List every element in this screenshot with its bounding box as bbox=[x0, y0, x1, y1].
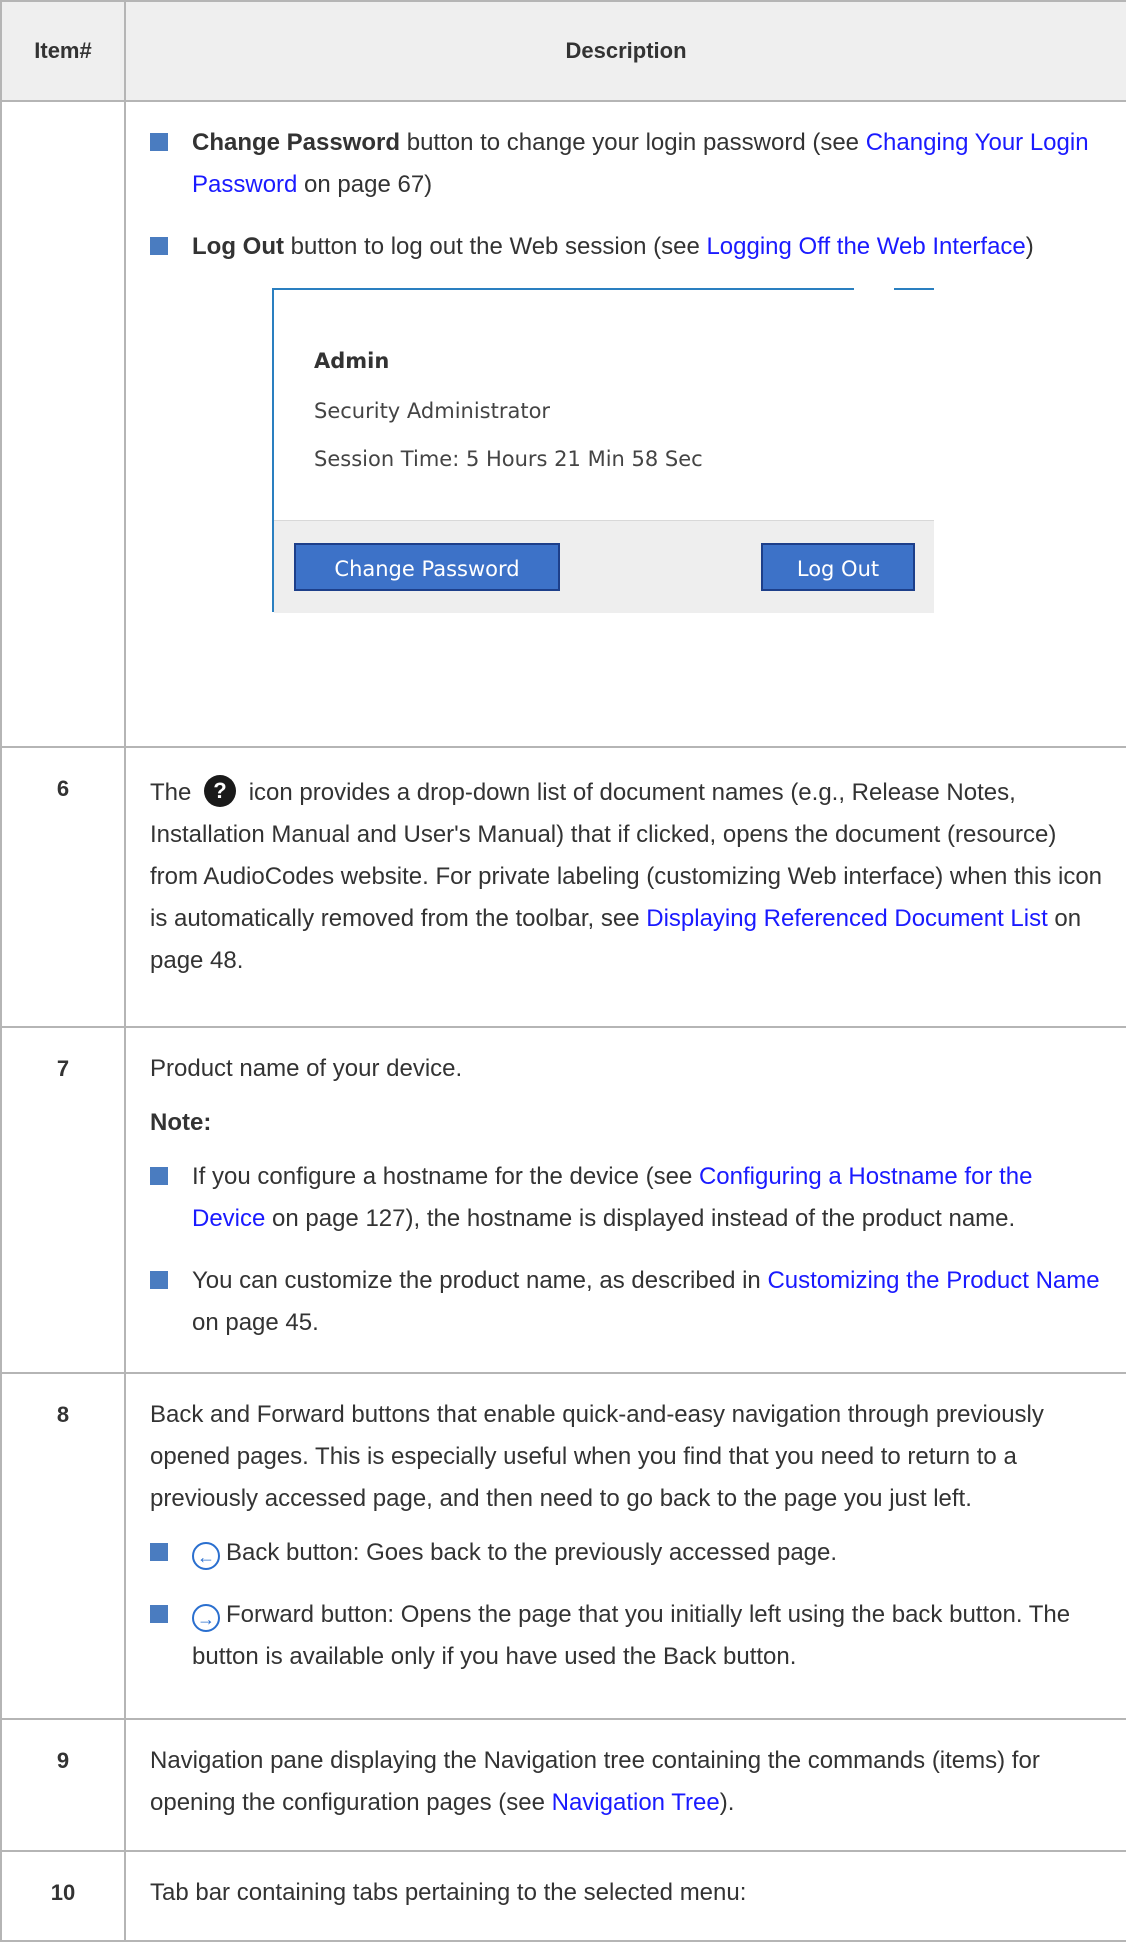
user-role-label: Security Administrator bbox=[314, 399, 551, 423]
bullet-list: ← Back button: Goes back to the previousl… bbox=[150, 1532, 1108, 1678]
cross-reference-link[interactable]: Customizing the Product Name bbox=[767, 1267, 1099, 1294]
item-number-cell: 10 bbox=[0, 1850, 126, 1942]
square-bullet-icon bbox=[150, 1605, 168, 1623]
bullet-list: If you configure a hostname for the devi… bbox=[150, 1156, 1108, 1344]
square-bullet-icon bbox=[150, 1167, 168, 1185]
description-cell: Product name of your device. Note: If yo… bbox=[124, 1026, 1126, 1374]
paragraph: Back and Forward buttons that enable qui… bbox=[150, 1401, 1044, 1512]
body-text: ). bbox=[719, 1789, 735, 1816]
description-cell: The ? icon provides a drop-down list of … bbox=[124, 746, 1126, 1028]
table-row: 9 Navigation pane displaying the Navigat… bbox=[0, 1718, 1126, 1852]
bold-term: Log Out bbox=[192, 233, 284, 260]
panel-border-line bbox=[894, 288, 934, 290]
description-table: Item# Description Change Password button… bbox=[0, 0, 1126, 1942]
username-label: Admin bbox=[314, 349, 390, 373]
description-cell: Tab bar containing tabs pertaining to th… bbox=[124, 1850, 1126, 1942]
panel-border-line bbox=[274, 288, 854, 290]
square-bullet-icon bbox=[150, 133, 168, 151]
cross-reference-link[interactable]: Logging Off the Web Interface bbox=[706, 233, 1025, 260]
document-page: Item# Description Change Password button… bbox=[0, 0, 1126, 1942]
bold-term: Change Password bbox=[192, 129, 401, 156]
table-row: 6 The ? icon provides a drop-down list o… bbox=[0, 746, 1126, 1028]
table-header-row: Item# Description bbox=[0, 0, 1126, 102]
body-text: If you configure a hostname for the devi… bbox=[192, 1163, 699, 1190]
square-bullet-icon bbox=[150, 237, 168, 255]
body-text: The bbox=[150, 779, 199, 806]
session-time-label: Session Time: 5 Hours 21 Min 58 Sec bbox=[314, 447, 703, 471]
body-text: button to log out the Web session (see bbox=[283, 233, 707, 260]
list-item: You can customize the product name, as d… bbox=[150, 1260, 1108, 1344]
item-number-cell: 6 bbox=[0, 746, 126, 1028]
panel-footer: Change Password Log Out bbox=[274, 520, 934, 613]
body-text: button to change your login password (se… bbox=[400, 129, 866, 156]
list-item: → Forward button: Opens the page that you… bbox=[150, 1594, 1108, 1678]
description-cell: Change Password button to change your lo… bbox=[124, 100, 1126, 748]
session-info-panel: Admin Security Administrator Session Tim… bbox=[272, 288, 934, 613]
change-password-button[interactable]: Change Password bbox=[294, 543, 560, 591]
header-description: Description bbox=[124, 0, 1126, 102]
cross-reference-link[interactable]: Navigation Tree bbox=[552, 1789, 720, 1816]
paragraph: The ? icon provides a drop-down list of … bbox=[150, 772, 1108, 982]
description-cell: Back and Forward buttons that enable qui… bbox=[124, 1372, 1126, 1720]
bullet-list: Change Password button to change your lo… bbox=[150, 122, 1108, 268]
log-out-button[interactable]: Log Out bbox=[761, 543, 915, 591]
back-arrow-icon: ← bbox=[192, 1542, 220, 1570]
help-question-icon: ? bbox=[204, 775, 237, 807]
body-text: on page 45. bbox=[192, 1309, 319, 1336]
list-item: ← Back button: Goes back to the previousl… bbox=[150, 1532, 1108, 1574]
table-row: 8 Back and Forward buttons that enable q… bbox=[0, 1372, 1126, 1720]
table-row: 10 Tab bar containing tabs pertaining to… bbox=[0, 1850, 1126, 1942]
header-item-number: Item# bbox=[0, 0, 126, 102]
list-item: If you configure a hostname for the devi… bbox=[150, 1156, 1108, 1240]
body-text: on page 127), the hostname is displayed … bbox=[265, 1205, 1016, 1232]
body-text: ) bbox=[1025, 233, 1034, 260]
description-cell: Navigation pane displaying the Navigatio… bbox=[124, 1718, 1126, 1852]
body-text: You can customize the product name, as d… bbox=[192, 1267, 768, 1294]
paragraph: Product name of your device. bbox=[150, 1055, 463, 1082]
table-row: Change Password button to change your lo… bbox=[0, 100, 1126, 748]
note-label: Note: bbox=[150, 1109, 212, 1136]
paragraph: Tab bar containing tabs pertaining to th… bbox=[150, 1879, 747, 1906]
square-bullet-icon bbox=[150, 1543, 168, 1561]
body-text: on page 67) bbox=[297, 171, 433, 198]
paragraph: Navigation pane displaying the Navigatio… bbox=[150, 1740, 1108, 1824]
table-row: 7 Product name of your device. Note: If … bbox=[0, 1026, 1126, 1374]
forward-arrow-icon: → bbox=[192, 1604, 220, 1632]
item-number-cell: 7 bbox=[0, 1026, 126, 1374]
list-item: Change Password button to change your lo… bbox=[150, 122, 1108, 206]
item-number-cell bbox=[0, 100, 126, 748]
item-number-cell: 8 bbox=[0, 1372, 126, 1720]
body-text: Back button: Goes back to the previously… bbox=[226, 1539, 838, 1566]
item-number-cell: 9 bbox=[0, 1718, 126, 1852]
square-bullet-icon bbox=[150, 1271, 168, 1289]
body-text: Forward button: Opens the page that you … bbox=[192, 1601, 1071, 1670]
list-item: Log Out button to log out the Web sessio… bbox=[150, 226, 1108, 268]
cross-reference-link[interactable]: Displaying Referenced Document List bbox=[646, 905, 1048, 932]
